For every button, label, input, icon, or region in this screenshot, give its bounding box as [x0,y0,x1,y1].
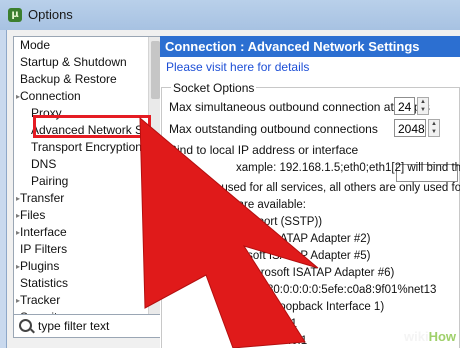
watermark-accent: How [428,329,457,344]
wikihow-watermark: wikiHow [404,329,456,344]
watermark-main: wiki [404,329,429,344]
red-arrow-icon [139,116,319,348]
